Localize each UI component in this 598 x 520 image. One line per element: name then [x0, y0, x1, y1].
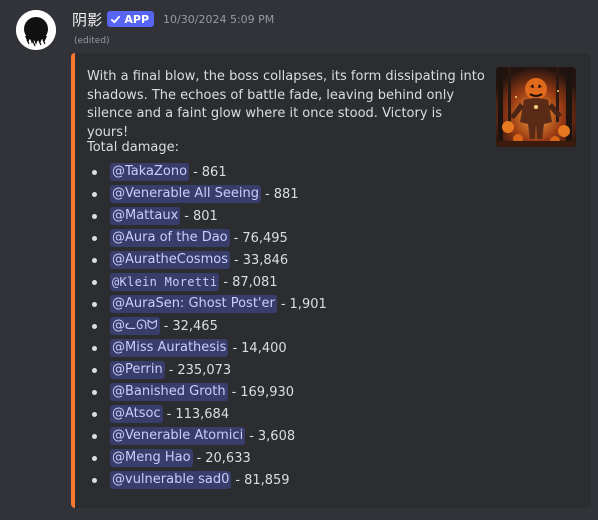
separator: - — [166, 406, 172, 422]
damage-entry: @Klein Moretti -87,081 — [87, 271, 327, 293]
user-mention[interactable]: @AuraSen: Ghost Post'er — [110, 295, 277, 313]
verified-check-icon — [111, 15, 121, 23]
boss-thumbnail-image — [496, 67, 576, 147]
separator: - — [233, 252, 239, 268]
damage-value: 87,081 — [232, 274, 278, 290]
user-mention[interactable]: @Aura of the Dao — [110, 229, 230, 247]
damage-value: 3,608 — [257, 428, 296, 444]
user-mention[interactable]: @Perrin — [110, 361, 165, 379]
bullet-icon — [92, 411, 97, 417]
user-mention[interactable]: @Banished Groth — [110, 383, 228, 401]
damage-value: 801 — [192, 208, 218, 224]
damage-list: @TakaZono -861 @Venerable All Seeing -881 … — [87, 161, 327, 491]
separator: - — [249, 428, 254, 444]
embed: With a final blow, the boss collapses, i… — [71, 53, 591, 508]
separator: - — [223, 274, 229, 290]
damage-value: 113,684 — [175, 406, 230, 422]
bullet-icon — [92, 389, 97, 395]
username[interactable]: 阴影 — [72, 9, 102, 30]
damage-entry: @AuratheCosmos -33,846 — [87, 249, 327, 271]
separator: - — [280, 296, 286, 312]
user-mention[interactable]: @Meng Hao — [110, 449, 193, 467]
damage-value: 861 — [201, 164, 227, 180]
bullet-icon — [92, 455, 97, 461]
damage-entry: @Venerable All Seeing -881 — [87, 183, 327, 205]
damage-title: Total damage: — [87, 140, 179, 155]
damage-entry: @Banished Groth -169,930 — [87, 381, 327, 403]
app-badge: APP — [107, 11, 155, 27]
bullet-icon — [92, 477, 97, 483]
damage-value: 20,633 — [205, 450, 251, 466]
damage-entry: @Perrin -235,073 — [87, 359, 327, 381]
separator: - — [193, 164, 198, 180]
damage-value: 81,859 — [244, 472, 290, 488]
bullet-icon — [92, 279, 97, 285]
message-header: 阴影 APP 10/30/2024 5:09 PM — [72, 9, 274, 29]
bullet-icon — [92, 169, 97, 175]
damage-value: 169,930 — [240, 384, 295, 400]
separator: - — [235, 472, 241, 488]
user-mention[interactable]: @ᓚᘏᗢ — [110, 317, 160, 335]
damage-value: 235,073 — [177, 362, 232, 378]
damage-value: 881 — [273, 186, 299, 202]
bullet-icon — [92, 323, 97, 329]
embed-description: With a final blow, the boss collapses, i… — [87, 69, 485, 140]
damage-entry: @AuraSen: Ghost Post'er -1,901 — [87, 293, 327, 315]
avatar[interactable] — [16, 10, 56, 50]
timestamp[interactable]: 10/30/2024 5:09 PM — [163, 13, 274, 26]
separator: - — [233, 230, 239, 246]
separator: - — [196, 450, 202, 466]
avatar-image — [16, 10, 56, 50]
damage-entry: @TakaZono -861 — [87, 161, 327, 183]
user-mention[interactable]: @Miss Aurathesis — [110, 339, 229, 357]
bullet-icon — [92, 367, 97, 373]
user-mention[interactable]: @Klein Moretti — [110, 273, 220, 291]
damage-entry: @ᓚᘏᗢ -32,465 — [87, 315, 327, 337]
separator: - — [168, 362, 174, 378]
edited-label: (edited) — [74, 36, 110, 46]
damage-entry: @Atsoc -113,684 — [87, 403, 327, 425]
user-mention[interactable]: @vulnerable sad0 — [110, 471, 232, 489]
bullet-icon — [92, 301, 97, 307]
bullet-icon — [92, 191, 97, 197]
damage-entry: @Venerable Atomici -3,608 — [87, 425, 327, 447]
bullet-icon — [92, 257, 97, 263]
damage-value: 76,495 — [242, 230, 288, 246]
damage-entry: @Aura of the Dao -76,495 — [87, 227, 327, 249]
user-mention[interactable]: @AuratheCosmos — [110, 251, 230, 269]
separator: - — [163, 318, 169, 334]
app-badge-label: APP — [124, 12, 150, 26]
separator: - — [184, 208, 189, 224]
bullet-icon — [92, 433, 97, 439]
damage-entry: @Miss Aurathesis -14,400 — [87, 337, 327, 359]
user-mention[interactable]: @Venerable All Seeing — [110, 185, 262, 203]
user-mention[interactable]: @Mattaux — [110, 207, 181, 225]
bullet-icon — [92, 213, 97, 219]
damage-entry: @Meng Hao -20,633 — [87, 447, 327, 469]
user-mention[interactable]: @Atsoc — [110, 405, 163, 423]
damage-value: 1,901 — [289, 296, 327, 312]
separator: - — [232, 340, 238, 356]
damage-value: 33,846 — [242, 252, 289, 268]
damage-value: 32,465 — [172, 318, 218, 334]
bullet-icon — [92, 235, 97, 241]
separator: - — [265, 186, 270, 202]
damage-entry: @Mattaux -801 — [87, 205, 327, 227]
damage-value: 14,400 — [241, 340, 287, 356]
separator: - — [231, 384, 237, 400]
damage-entry: @vulnerable sad0-81,859 — [87, 469, 327, 491]
chat-message: 阴影 APP 10/30/2024 5:09 PM (edited) With … — [0, 0, 598, 520]
embed-thumbnail[interactable] — [496, 67, 576, 147]
user-mention[interactable]: @TakaZono — [110, 163, 190, 181]
user-mention[interactable]: @Venerable Atomici — [110, 427, 246, 445]
bullet-icon — [92, 345, 97, 351]
